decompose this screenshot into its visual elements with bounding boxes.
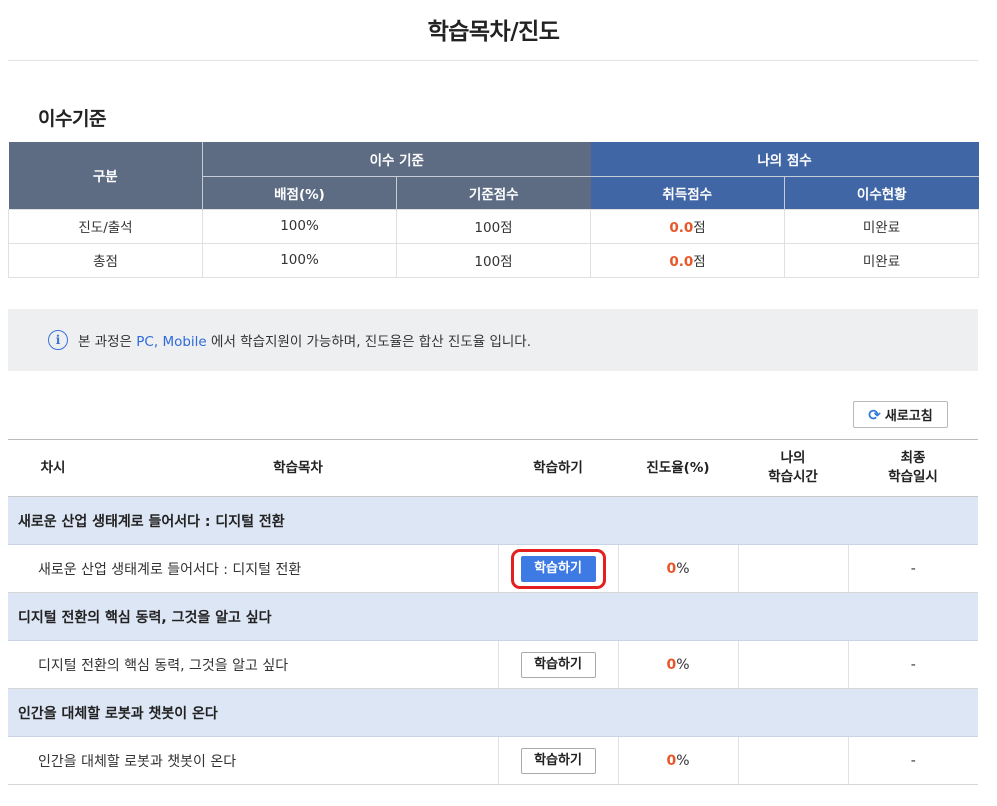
progress-unit: % [676,752,690,769]
earned-score-value: 0.0 [669,254,694,270]
chapter-title: 디지털 전환의 핵심 동력, 그것을 알고 싶다 [8,592,978,641]
chapter-title: 새로운 산업 생태계로 들어서다 : 디지털 전환 [8,496,978,545]
row-category: 진도/출석 [8,208,203,244]
row-category: 총점 [8,242,203,278]
progress-cell: 0% [617,544,738,593]
row-status: 미완료 [784,208,980,244]
chapter-row: 새로운 산업 생태계로 들어서다 : 디지털 전환 [8,496,978,545]
study-cell: 학습하기 [497,736,618,785]
criteria-row-total: 총점 100% 100점 0.0점 미완료 [8,242,980,278]
refresh-icon: ⟳ [868,405,881,424]
header-my-score-group: 나의 점수 [590,142,979,176]
row-weight: 100% [202,242,397,278]
earned-score-unit: 점 [693,254,706,270]
chapter-title: 인간을 대체할 로봇과 챗봇이 온다 [8,688,978,737]
header-earned-score: 취득점수 [590,175,785,209]
toc-header-study: 학습하기 [498,439,618,497]
highlight-ring: 학습하기 [510,548,606,589]
info-text: 본 과정은 PC, Mobile 에서 학습지원이 가능하며, 진도율은 합산 … [78,334,532,350]
title-divider [8,60,978,61]
page-title: 학습목차/진도 [427,19,560,45]
earned-score-unit: 점 [693,220,706,236]
last-date-cell: - [847,544,978,593]
row-base-score: 100점 [395,242,592,278]
criteria-section-title: 이수기준 [38,108,106,130]
toc-header-progress: 진도율(%) [618,439,738,497]
row-status: 미완료 [784,242,980,278]
info-mobile: Mobile [162,334,207,350]
lesson-row: 디지털 전환의 핵심 동력, 그것을 알고 싶다 학습하기 0% - [8,640,978,689]
study-cell: 학습하기 [497,544,618,593]
my-time-cell [737,640,848,689]
earned-score-value: 0.0 [669,220,694,236]
my-time-cell [737,544,848,593]
header-weight: 배점(%) [202,175,397,209]
row-base-score: 100점 [395,208,592,244]
refresh-button[interactable]: ⟳ 새로고침 [853,401,948,428]
refresh-label: 새로고침 [884,409,933,424]
toc-header-round: 차시 [8,439,98,497]
study-button[interactable]: 학습하기 [520,651,596,678]
study-cell: 학습하기 [497,640,618,689]
header-category: 구분 [8,142,203,209]
info-pc: PC [136,334,154,350]
lesson-row: 새로운 산업 생태계로 들어서다 : 디지털 전환 학습하기 0% - [8,544,978,593]
toc-header-contents: 학습목차 [98,439,498,497]
progress-unit: % [676,560,690,577]
header-criteria-group: 이수 기준 [201,142,591,176]
progress-value: 0 [666,656,677,673]
info-icon: i [48,330,68,350]
last-date-cell: - [847,736,978,785]
header-base-score: 기준점수 [395,175,591,209]
table-of-contents: 차시 학습목차 학습하기 진도율(%) 나의 학습시간 최종 학습일시 새로운 산업… [8,439,978,785]
progress-value: 0 [666,560,677,577]
chapter-row: 디지털 전환의 핵심 동력, 그것을 알고 싶다 [8,592,978,641]
lesson-title: 인간을 대체할 로봇과 챗봇이 온다 [8,736,498,785]
toc-header-last-date: 최종 학습일시 [848,439,978,497]
info-notice: i 본 과정은 PC, Mobile 에서 학습지원이 가능하며, 진도율은 합… [8,309,978,371]
progress-unit: % [676,656,690,673]
study-button[interactable]: 학습하기 [520,747,596,774]
study-button[interactable]: 학습하기 [520,555,596,582]
lesson-row: 인간을 대체할 로봇과 챗봇이 온다 학습하기 0% - [8,736,978,785]
last-date-cell: - [847,640,978,689]
lesson-title: 새로운 산업 생태계로 들어서다 : 디지털 전환 [8,544,498,593]
header-status: 이수현황 [784,175,979,209]
toc-header-my-time: 나의 학습시간 [738,439,848,497]
lesson-title: 디지털 전환의 핵심 동력, 그것을 알고 싶다 [8,640,498,689]
row-weight: 100% [202,208,397,244]
row-earned-score: 0.0점 [590,242,786,278]
progress-cell: 0% [617,640,738,689]
criteria-row-progress: 진도/출석 100% 100점 0.0점 미완료 [8,208,980,244]
progress-value: 0 [666,752,677,769]
progress-cell: 0% [617,736,738,785]
my-time-cell [737,736,848,785]
row-earned-score: 0.0점 [590,208,786,244]
chapter-row: 인간을 대체할 로봇과 챗봇이 온다 [8,688,978,737]
completion-criteria-table: 구분 이수 기준 나의 점수 배점(%) 기준점수 취득점수 이수현황 진도/출… [8,142,980,278]
